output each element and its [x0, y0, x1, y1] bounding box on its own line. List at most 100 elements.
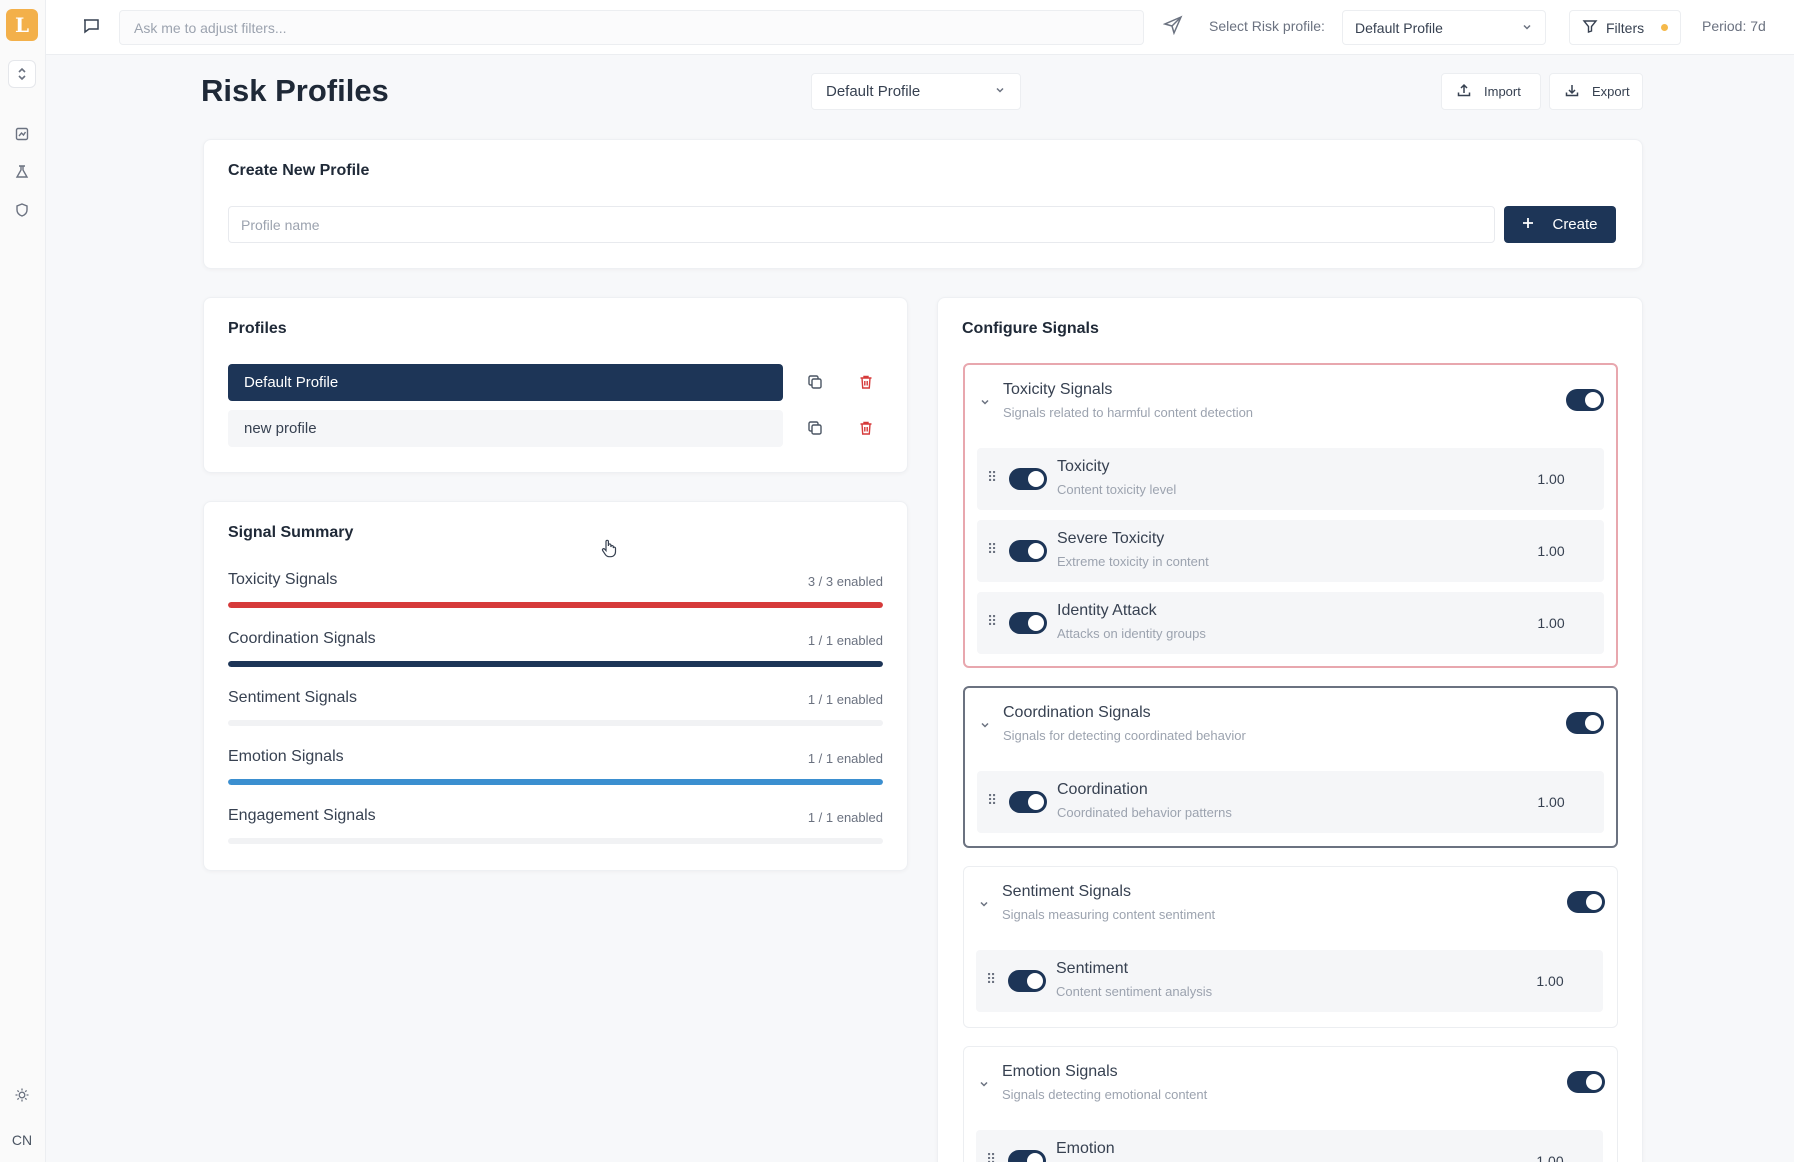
risk-profile-select[interactable]: Default Profile	[1342, 10, 1546, 45]
profile-item-default[interactable]: Default Profile	[228, 364, 783, 401]
create-button[interactable]: Create	[1504, 206, 1616, 243]
signal-toggle[interactable]	[1009, 612, 1047, 634]
summary-bar	[228, 661, 883, 667]
profiles-title: Profiles	[228, 320, 287, 337]
summary-label: Engagement Signals	[228, 807, 376, 824]
chevron-down-icon[interactable]	[979, 395, 991, 413]
signal-weight-input[interactable]: 1.00	[1513, 1144, 1587, 1162]
signal-toggle[interactable]	[1009, 791, 1047, 813]
filter-icon	[1582, 18, 1598, 37]
configure-signals-title: Configure Signals	[962, 320, 1099, 337]
import-button[interactable]: Import	[1441, 73, 1541, 110]
trash-icon[interactable]	[855, 371, 877, 393]
profile-select-value: Default Profile	[826, 83, 921, 100]
summary-label: Toxicity Signals	[228, 571, 338, 588]
download-icon	[1564, 82, 1580, 101]
group-desc: Signals measuring content sentiment	[1002, 907, 1216, 922]
upload-icon	[1456, 82, 1472, 101]
group-desc: Signals related to harmful content detec…	[1003, 405, 1254, 420]
signal-weight-input[interactable]: 1.00	[1514, 534, 1588, 568]
group-title: Toxicity Signals	[1003, 381, 1113, 398]
profile-select[interactable]: Default Profile	[811, 73, 1021, 110]
drag-handle-icon[interactable]: ⠿	[987, 792, 997, 809]
period-label[interactable]: Period: 7d	[1702, 18, 1766, 34]
summary-bar	[228, 602, 883, 608]
signal-summary-title: Signal Summary	[228, 524, 354, 541]
group-title: Sentiment Signals	[1002, 883, 1131, 900]
group-title: Coordination Signals	[1003, 704, 1151, 721]
signal-row: ⠿ Emotion 1.00	[976, 1130, 1603, 1162]
group-desc: Signals for detecting coordinated behavi…	[1003, 728, 1246, 743]
chevron-down-icon[interactable]	[978, 1077, 990, 1095]
signal-group-toxicity[interactable]: Toxicity Signals Signals related to harm…	[963, 363, 1618, 668]
summary-count: 3 / 3 enabled	[807, 574, 883, 589]
sidebar: L CN	[0, 0, 46, 1162]
signal-summary-card: Signal Summary Toxicity Signals 3 / 3 en…	[203, 501, 908, 871]
risk-profile-value: Default Profile	[1355, 19, 1443, 36]
drag-handle-icon[interactable]: ⠿	[987, 613, 997, 630]
group-toggle[interactable]	[1566, 389, 1604, 411]
signal-group-sentiment[interactable]: Sentiment Signals Signals measuring cont…	[963, 866, 1618, 1028]
signal-name: Sentiment	[1056, 960, 1129, 977]
filters-label: Filters	[1606, 19, 1645, 36]
language-switch[interactable]: CN	[8, 1126, 36, 1154]
signal-toggle[interactable]	[1009, 540, 1047, 562]
summary-bar-fill	[228, 661, 883, 667]
ask-filter-input[interactable]	[119, 10, 1144, 45]
copy-icon[interactable]	[804, 417, 826, 439]
chat-icon[interactable]	[81, 16, 103, 38]
summary-count: 1 / 1 enabled	[807, 751, 883, 766]
signal-desc: Content toxicity level	[1057, 482, 1177, 497]
copy-icon[interactable]	[804, 371, 826, 393]
group-title: Emotion Signals	[1002, 1063, 1118, 1080]
shield-icon[interactable]	[8, 196, 36, 224]
flask-icon[interactable]	[8, 158, 36, 186]
signal-toggle[interactable]	[1009, 468, 1047, 490]
summary-label: Emotion Signals	[228, 748, 344, 765]
profile-item-new[interactable]: new profile	[228, 410, 783, 447]
create-profile-card: Create New Profile Create	[203, 139, 1643, 269]
drag-handle-icon[interactable]: ⠿	[986, 1151, 996, 1162]
signal-row: ⠿ Toxicity Content toxicity level 1.00	[977, 448, 1604, 510]
drag-handle-icon[interactable]: ⠿	[987, 469, 997, 486]
filters-button[interactable]: Filters	[1569, 10, 1681, 45]
sun-icon[interactable]	[8, 1081, 36, 1109]
summary-bar-fill	[228, 602, 883, 608]
filters-active-dot	[1661, 24, 1668, 31]
signal-weight-input[interactable]: 1.00	[1514, 785, 1588, 819]
group-desc: Signals detecting emotional content	[1002, 1087, 1208, 1102]
signal-toggle[interactable]	[1008, 1150, 1046, 1162]
group-toggle[interactable]	[1567, 891, 1605, 913]
summary-count: 1 / 1 enabled	[807, 810, 883, 825]
risk-profile-label: Select Risk profile:	[1209, 18, 1325, 34]
app-logo[interactable]: L	[6, 9, 38, 41]
signal-toggle[interactable]	[1008, 970, 1046, 992]
drag-handle-icon[interactable]: ⠿	[986, 971, 996, 988]
drag-handle-icon[interactable]: ⠿	[987, 541, 997, 558]
summary-label: Coordination Signals	[228, 630, 376, 647]
summary-bar-fill	[228, 779, 883, 785]
group-toggle[interactable]	[1567, 1071, 1605, 1093]
signal-row: ⠿ Identity Attack Attacks on identity gr…	[977, 592, 1604, 654]
signal-group-emotion[interactable]: Emotion Signals Signals detecting emotio…	[963, 1046, 1618, 1162]
send-icon[interactable]	[1162, 15, 1187, 39]
document-icon[interactable]	[8, 120, 36, 148]
signal-name: Toxicity	[1057, 458, 1110, 475]
signal-name: Identity Attack	[1057, 602, 1157, 619]
profile-name-input[interactable]	[228, 206, 1495, 243]
signal-weight-input[interactable]: 1.00	[1513, 964, 1587, 998]
chevron-updown-icon[interactable]	[8, 60, 36, 88]
signal-weight-input[interactable]: 1.00	[1514, 606, 1588, 640]
signal-weight-input[interactable]: 1.00	[1514, 462, 1588, 496]
signal-desc: Extreme toxicity in content	[1057, 554, 1209, 569]
chevron-down-icon[interactable]	[978, 897, 990, 915]
signal-name: Emotion	[1056, 1140, 1115, 1157]
trash-icon[interactable]	[855, 417, 877, 439]
signal-group-coordination[interactable]: Coordination Signals Signals for detecti…	[963, 686, 1618, 848]
create-profile-title: Create New Profile	[228, 162, 370, 179]
chevron-down-icon[interactable]	[979, 718, 991, 736]
export-label: Export	[1592, 84, 1630, 99]
group-toggle[interactable]	[1566, 712, 1604, 734]
export-button[interactable]: Export	[1549, 73, 1643, 110]
import-label: Import	[1484, 84, 1521, 99]
